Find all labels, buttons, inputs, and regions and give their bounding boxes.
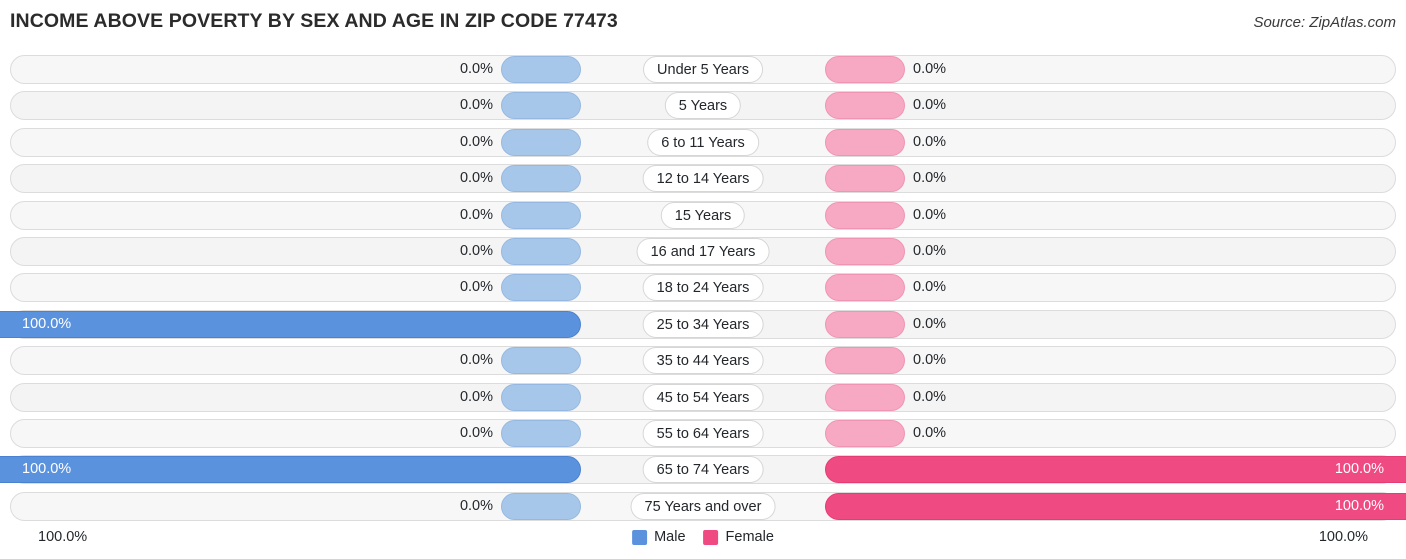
bar-male: [0, 456, 581, 484]
value-label-female: 0.0%: [913, 170, 947, 187]
axis-label-right: 100.0%: [1318, 529, 1368, 545]
value-label-male: 0.0%: [459, 97, 493, 114]
bar-female: [825, 201, 905, 229]
legend-item-male[interactable]: Male: [632, 529, 686, 545]
category-label: 55 to 64 Years: [642, 419, 764, 447]
chart-row: 0.0% 0.0% 55 to 64 Years: [10, 416, 1396, 452]
bar-female: [825, 347, 905, 375]
legend-item-female[interactable]: Female: [703, 529, 774, 545]
bar-female: [825, 383, 905, 411]
bar-male: [501, 383, 581, 411]
page-title: INCOME ABOVE POVERTY BY SEX AND AGE IN Z…: [10, 10, 618, 32]
category-label: 25 to 34 Years: [642, 310, 764, 338]
category-label: 18 to 24 Years: [642, 274, 764, 302]
value-label-female: 0.0%: [913, 279, 947, 296]
category-label: 16 and 17 Years: [636, 237, 770, 265]
bar-female: [825, 56, 905, 83]
value-label-female: 100.0%: [1334, 461, 1384, 478]
bar-female: [825, 456, 1406, 484]
value-label-female: 0.0%: [913, 61, 947, 77]
chart-row: 100.0% 100.0% 65 to 74 Years: [0, 452, 1406, 488]
bar-male: [501, 237, 581, 265]
bar-female: [825, 274, 905, 302]
chart-rows: 0.0% 0.0% Under 5 Years 0.0% 0.0% 5 Years 0.0%…: [0, 52, 1406, 525]
value-label-male: 0.0%: [459, 352, 493, 369]
bar-female: [825, 237, 905, 265]
category-label: 5 Years: [664, 92, 742, 120]
bar-male: [501, 56, 581, 83]
bar-female: [825, 310, 905, 338]
category-label: 15 Years: [660, 201, 746, 229]
chart-row: 0.0% 0.0% Under 5 Years: [10, 52, 1396, 88]
value-label-male: 100.0%: [22, 315, 72, 332]
category-label: 12 to 14 Years: [642, 165, 764, 193]
value-label-female: 0.0%: [913, 424, 947, 441]
axis-label-left: 100.0%: [38, 529, 88, 545]
chart-row: 0.0% 100.0% 75 Years and over: [10, 489, 1406, 525]
chart-row: 100.0% 0.0% 25 to 34 Years: [0, 307, 1396, 343]
bar-male: [501, 347, 581, 375]
value-label-female: 0.0%: [913, 242, 947, 259]
bar-male: [501, 274, 581, 302]
chart-row: 0.0% 0.0% 12 to 14 Years: [10, 161, 1396, 197]
value-label-male: 100.0%: [22, 461, 72, 478]
chart-row: 0.0% 0.0% 6 to 11 Years: [10, 125, 1396, 161]
legend-swatch-female: [703, 529, 719, 545]
bar-female: [825, 492, 1406, 520]
chart-row: 0.0% 0.0% 18 to 24 Years: [10, 270, 1396, 306]
chart-row: 0.0% 0.0% 45 to 54 Years: [10, 380, 1396, 416]
category-label: 65 to 74 Years: [642, 456, 764, 484]
bar-female: [825, 165, 905, 193]
chart-page: INCOME ABOVE POVERTY BY SEX AND AGE IN Z…: [0, 0, 1406, 559]
legend: Male Female: [632, 529, 774, 545]
legend-label-male: Male: [654, 529, 686, 545]
value-label-female: 0.0%: [913, 206, 947, 223]
source-attribution: Source: ZipAtlas.com: [1253, 14, 1396, 31]
chart-footer: 100.0% Male Female 100.0%: [0, 529, 1406, 551]
bar-male: [501, 201, 581, 229]
value-label-male: 0.0%: [459, 242, 493, 259]
chart-row: 0.0% 0.0% 15 Years: [10, 198, 1396, 234]
bar-female: [825, 128, 905, 156]
category-label: 75 Years and over: [630, 492, 776, 520]
bar-male: [501, 92, 581, 120]
value-label-female: 0.0%: [913, 133, 947, 150]
value-label-female: 100.0%: [1334, 497, 1384, 514]
value-label-male: 0.0%: [459, 61, 493, 77]
category-label: 35 to 44 Years: [642, 347, 764, 375]
value-label-female: 0.0%: [913, 352, 947, 369]
bar-male: [501, 492, 581, 520]
chart-row: 0.0% 0.0% 35 to 44 Years: [10, 343, 1396, 379]
category-label: 45 to 54 Years: [642, 383, 764, 411]
value-label-female: 0.0%: [913, 388, 947, 405]
bar-female: [825, 92, 905, 120]
bar-male: [501, 128, 581, 156]
value-label-male: 0.0%: [459, 206, 493, 223]
chart-row: 0.0% 0.0% 16 and 17 Years: [10, 234, 1396, 270]
value-label-male: 0.0%: [459, 133, 493, 150]
bar-male: [501, 165, 581, 193]
category-label: Under 5 Years: [643, 56, 763, 83]
value-label-male: 0.0%: [459, 279, 493, 296]
legend-label-female: Female: [725, 529, 774, 545]
value-label-male: 0.0%: [459, 424, 493, 441]
value-label-female: 0.0%: [913, 315, 947, 332]
value-label-female: 0.0%: [913, 97, 947, 114]
value-label-male: 0.0%: [459, 388, 493, 405]
category-label: 6 to 11 Years: [647, 128, 759, 156]
chart-row: 0.0% 0.0% 5 Years: [10, 88, 1396, 124]
value-label-male: 0.0%: [459, 497, 493, 514]
bar-male: [0, 310, 581, 338]
bar-female: [825, 419, 905, 447]
value-label-male: 0.0%: [459, 170, 493, 187]
bar-male: [501, 419, 581, 447]
legend-swatch-male: [632, 529, 648, 545]
